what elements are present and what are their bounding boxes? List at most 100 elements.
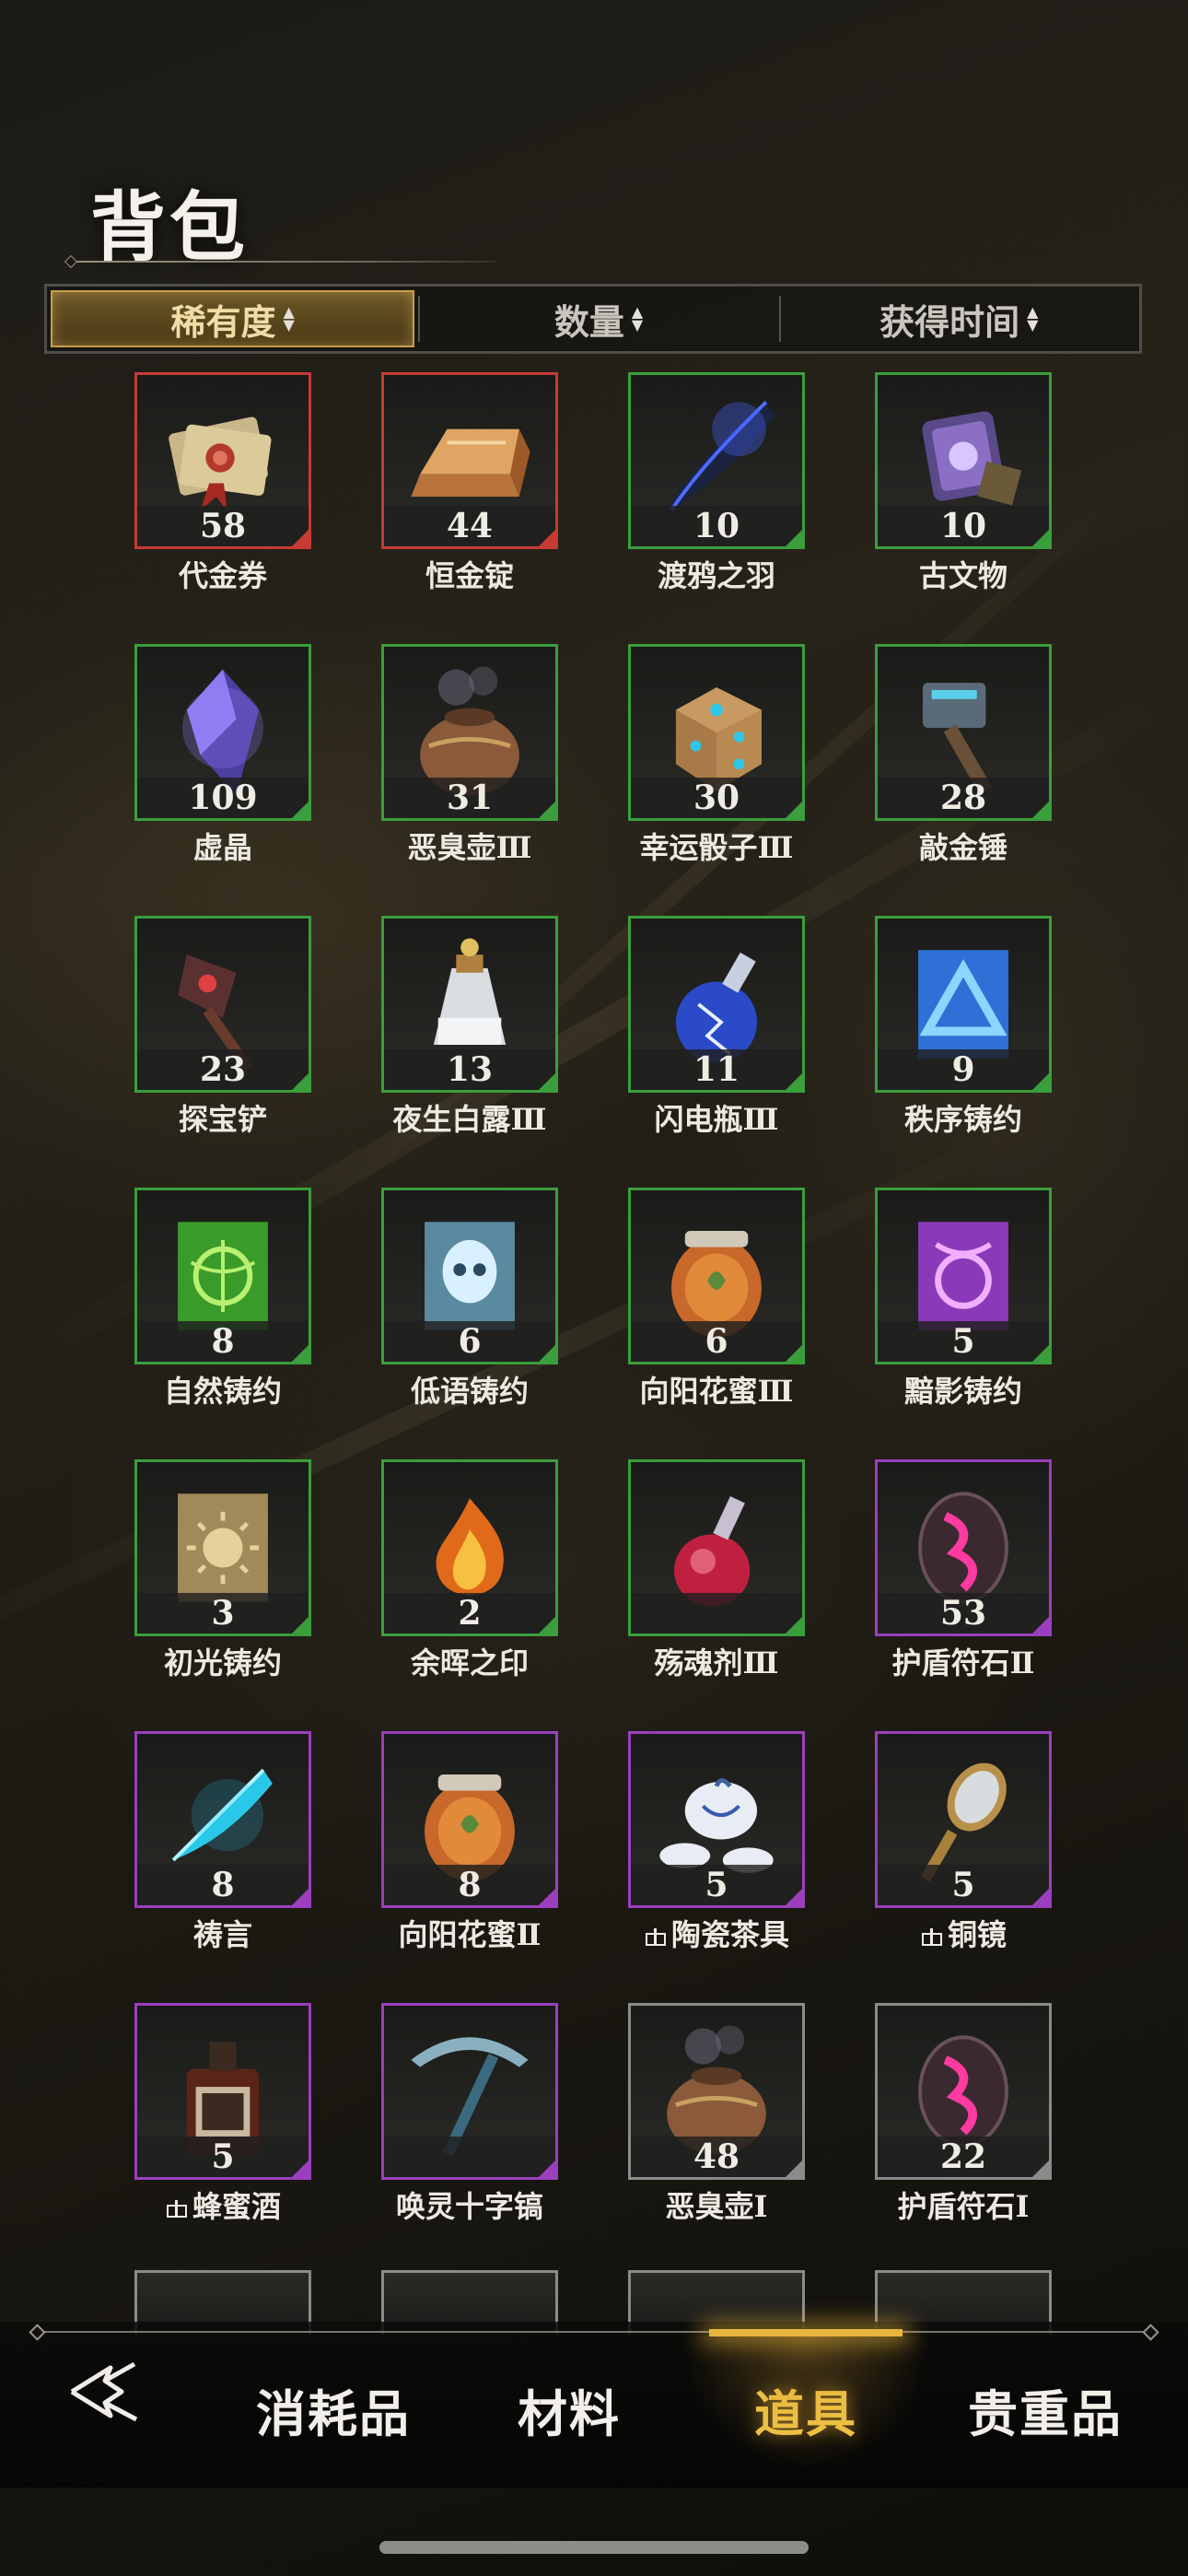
inventory-item[interactable]: 6 低语铸约 <box>381 1188 558 1411</box>
item-frame: 3 <box>134 1459 311 1636</box>
item-count: 5 <box>631 1865 802 1905</box>
item-name-label: 唤灵十字镐 <box>395 2189 543 2224</box>
nav-tab-valuables[interactable]: 贵重品 <box>949 2359 1142 2460</box>
item-name: 恶臭壶Ⅲ <box>350 825 589 867</box>
sort-tab-rarity[interactable]: 稀有度 ▲ ▼ <box>51 290 415 347</box>
item-name-label: 敲金锤 <box>918 830 1007 865</box>
rarity-corner <box>786 530 802 546</box>
item-name: 殇魂剂Ⅲ <box>597 1640 836 1682</box>
sort-tab-label: 获得时间 <box>879 300 1020 343</box>
inventory-item[interactable]: 58 代金券 <box>134 372 311 595</box>
item-name: 向阳花蜜Ⅱ <box>350 1912 589 1954</box>
item-count: 6 <box>631 1321 802 1362</box>
item-count <box>631 1593 802 1633</box>
inventory-item[interactable]: 8 自然铸约 <box>134 1188 311 1411</box>
item-count: 3 <box>137 1593 309 1633</box>
back-arrow-icon[interactable] <box>63 2355 155 2429</box>
item-frame: 2 <box>381 1459 558 1636</box>
inventory-item[interactable]: 8 祷言 <box>134 1731 311 1954</box>
inventory-item[interactable]: 23 探宝铲 <box>134 916 311 1139</box>
inventory-item[interactable]: 13 夜生白露Ⅲ <box>381 916 558 1139</box>
sort-tab-label: 数量 <box>553 300 624 343</box>
sort-arrows-icon: ▲ ▼ <box>631 303 644 334</box>
active-tab-glow <box>681 2336 930 2475</box>
bottom-nav: 消耗品 材料 道具 贵重品 <box>0 2322 1188 2488</box>
item-name-label: 祷言 <box>192 1917 252 1952</box>
inventory-item[interactable]: 28 敲金锤 <box>875 644 1052 867</box>
inventory-item[interactable]: 殇魂剂Ⅲ <box>628 1459 805 1682</box>
inventory-item[interactable]: 5 蜂蜜酒 <box>134 2003 311 2226</box>
item-count: 109 <box>137 778 309 818</box>
item-name: 闪电瓶Ⅲ <box>597 1096 836 1139</box>
rarity-corner <box>1032 530 1049 546</box>
rarity-corner <box>292 1889 309 1905</box>
gift-icon <box>920 1925 944 1947</box>
item-name-label: 古文物 <box>918 558 1007 593</box>
inventory-item[interactable]: 44 恒金锭 <box>381 372 558 595</box>
sort-tab-label: 稀有度 <box>170 300 276 343</box>
item-count: 11 <box>631 1049 802 1090</box>
item-name-label: 秩序铸约 <box>903 1102 1022 1137</box>
inventory-item[interactable]: 11 闪电瓶Ⅲ <box>628 916 805 1139</box>
item-frame: 11 <box>628 916 805 1093</box>
inventory-item[interactable]: 8 向阳花蜜Ⅱ <box>381 1731 558 1954</box>
item-count: 9 <box>878 1049 1049 1090</box>
inventory-item[interactable]: 10 古文物 <box>875 372 1052 595</box>
item-count: 2 <box>384 1593 555 1633</box>
inventory-item[interactable]: 9 秩序铸约 <box>875 916 1052 1139</box>
rarity-corner <box>292 1617 309 1633</box>
gift-icon <box>165 2196 189 2219</box>
item-frame: 8 <box>134 1731 311 1908</box>
inventory-item[interactable]: 31 恶臭壶Ⅲ <box>381 644 558 867</box>
item-name: 祷言 <box>103 1912 343 1954</box>
inventory-item[interactable]: 5 黯影铸约 <box>875 1188 1052 1411</box>
item-frame <box>381 2003 558 2180</box>
inventory-item[interactable]: 唤灵十字镐 <box>381 2003 558 2226</box>
inventory-item[interactable]: 48 恶臭壶Ⅰ <box>628 2003 805 2226</box>
nav-divider <box>37 2331 1151 2333</box>
item-frame: 5 <box>628 1731 805 1908</box>
item-name-label: 自然铸约 <box>163 1374 282 1409</box>
page-title: 背包 <box>90 183 250 272</box>
sort-tab-count[interactable]: 数量 ▲ ▼ <box>418 287 778 351</box>
inventory-item[interactable]: 109 虚晶 <box>134 644 311 867</box>
rarity-corner <box>539 1617 555 1633</box>
inventory-item[interactable]: 5 铜镜 <box>875 1731 1052 1954</box>
nav-tab-consumables[interactable]: 消耗品 <box>241 2359 425 2460</box>
nav-tab-materials[interactable]: 材料 <box>486 2359 652 2460</box>
inventory-item[interactable]: 30 幸运骰子Ⅲ <box>628 644 805 867</box>
item-frame: 13 <box>381 916 558 1093</box>
inventory-item[interactable]: 53 护盾符石Ⅱ <box>875 1459 1052 1682</box>
item-frame: 58 <box>134 372 311 549</box>
inventory-item[interactable]: 10 渡鸦之羽 <box>628 372 805 595</box>
inventory-item[interactable]: 6 向阳花蜜Ⅲ <box>628 1188 805 1411</box>
inventory-item[interactable]: 2 余晖之印 <box>381 1459 558 1682</box>
rarity-corner <box>539 1889 555 1905</box>
item-name-label: 渡鸦之羽 <box>657 558 775 593</box>
inventory-item[interactable]: 3 初光铸约 <box>134 1459 311 1682</box>
item-name: 恒金锭 <box>350 553 589 595</box>
item-name: 古文物 <box>844 553 1083 595</box>
item-count: 48 <box>631 2137 802 2177</box>
item-frame: 9 <box>875 916 1052 1093</box>
item-frame: 22 <box>875 2003 1052 2180</box>
item-frame: 5 <box>875 1188 1052 1364</box>
inventory-item[interactable]: 22 护盾符石Ⅰ <box>875 2003 1052 2226</box>
item-name: 护盾符石Ⅰ <box>844 2184 1083 2226</box>
item-count: 8 <box>384 1865 555 1905</box>
rarity-corner <box>292 1345 309 1362</box>
item-frame: 5 <box>875 1731 1052 1908</box>
rarity-corner <box>539 1345 555 1362</box>
sort-arrows-icon: ▲ ▼ <box>283 303 295 334</box>
item-name-label: 向阳花蜜Ⅱ <box>398 1917 542 1952</box>
item-count: 28 <box>878 778 1049 818</box>
sort-tab-time[interactable]: 获得时间 ▲ ▼ <box>778 287 1139 351</box>
home-indicator[interactable] <box>379 2541 809 2554</box>
item-name: 陶瓷茶具 <box>597 1912 836 1954</box>
item-name: 唤灵十字镐 <box>350 2184 589 2226</box>
inventory-item[interactable]: 5 陶瓷茶具 <box>628 1731 805 1954</box>
item-frame: 8 <box>134 1188 311 1364</box>
item-name-label: 殇魂剂Ⅲ <box>654 1645 779 1680</box>
item-count: 5 <box>137 2137 309 2177</box>
item-name: 低语铸约 <box>350 1368 589 1411</box>
